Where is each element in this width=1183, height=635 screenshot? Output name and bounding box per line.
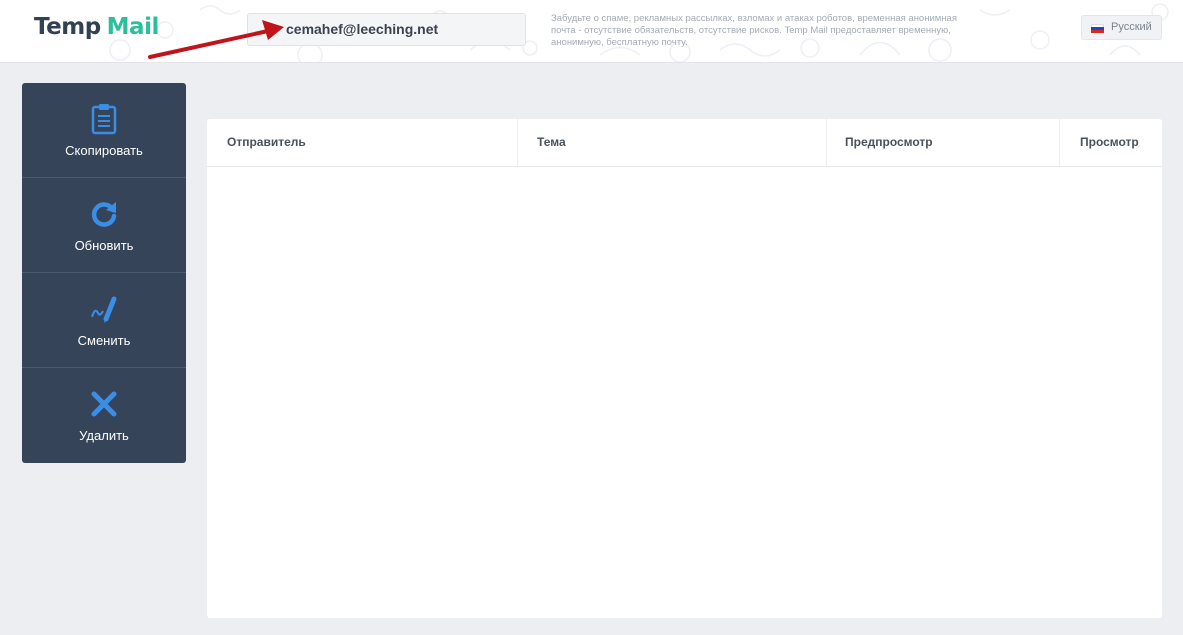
refresh-button-label: Обновить [74, 238, 134, 253]
column-subject[interactable]: Тема [537, 119, 566, 166]
column-divider [517, 119, 518, 166]
message-list [207, 167, 1162, 618]
refresh-icon [91, 202, 117, 227]
close-icon [91, 391, 117, 417]
refresh-button[interactable]: Обновить [22, 178, 186, 273]
delete-button-label: Удалить [79, 428, 129, 443]
column-view[interactable]: Просмотр [1080, 119, 1139, 166]
change-button[interactable]: Сменить [22, 273, 186, 368]
language-label: Русский [1111, 21, 1152, 33]
logo-text-temp: Temp [34, 14, 101, 40]
site-header: Temp Mail cemahef@leeching.net Забудьте о… [0, 0, 1183, 63]
russia-flag-icon [1091, 24, 1104, 33]
delete-button[interactable]: Удалить [22, 368, 186, 463]
copy-button-label: Скопировать [65, 143, 143, 158]
column-divider [1059, 119, 1060, 166]
inbox-table: Отправитель Тема Предпросмотр Просмотр [207, 119, 1162, 618]
email-address-field[interactable]: cemahef@leeching.net [247, 13, 526, 46]
table-header: Отправитель Тема Предпросмотр Просмотр [207, 119, 1162, 167]
site-tagline: Забудьте о спаме, рекламных рассылках, в… [551, 13, 957, 48]
copy-button[interactable]: Скопировать [22, 83, 186, 178]
column-sender[interactable]: Отправитель [227, 119, 306, 166]
column-divider [826, 119, 827, 166]
pen-signature-icon [91, 296, 117, 323]
language-selector[interactable]: Русский [1081, 15, 1162, 40]
action-sidebar: Скопировать Обновить Сменить Удалить [22, 83, 186, 463]
column-preview[interactable]: Предпросмотр [845, 119, 933, 166]
clipboard-icon [91, 104, 117, 135]
temp-mail-logo[interactable]: Temp Mail [34, 14, 159, 40]
change-button-label: Сменить [77, 333, 131, 348]
logo-text-mail: Mail [106, 14, 160, 40]
